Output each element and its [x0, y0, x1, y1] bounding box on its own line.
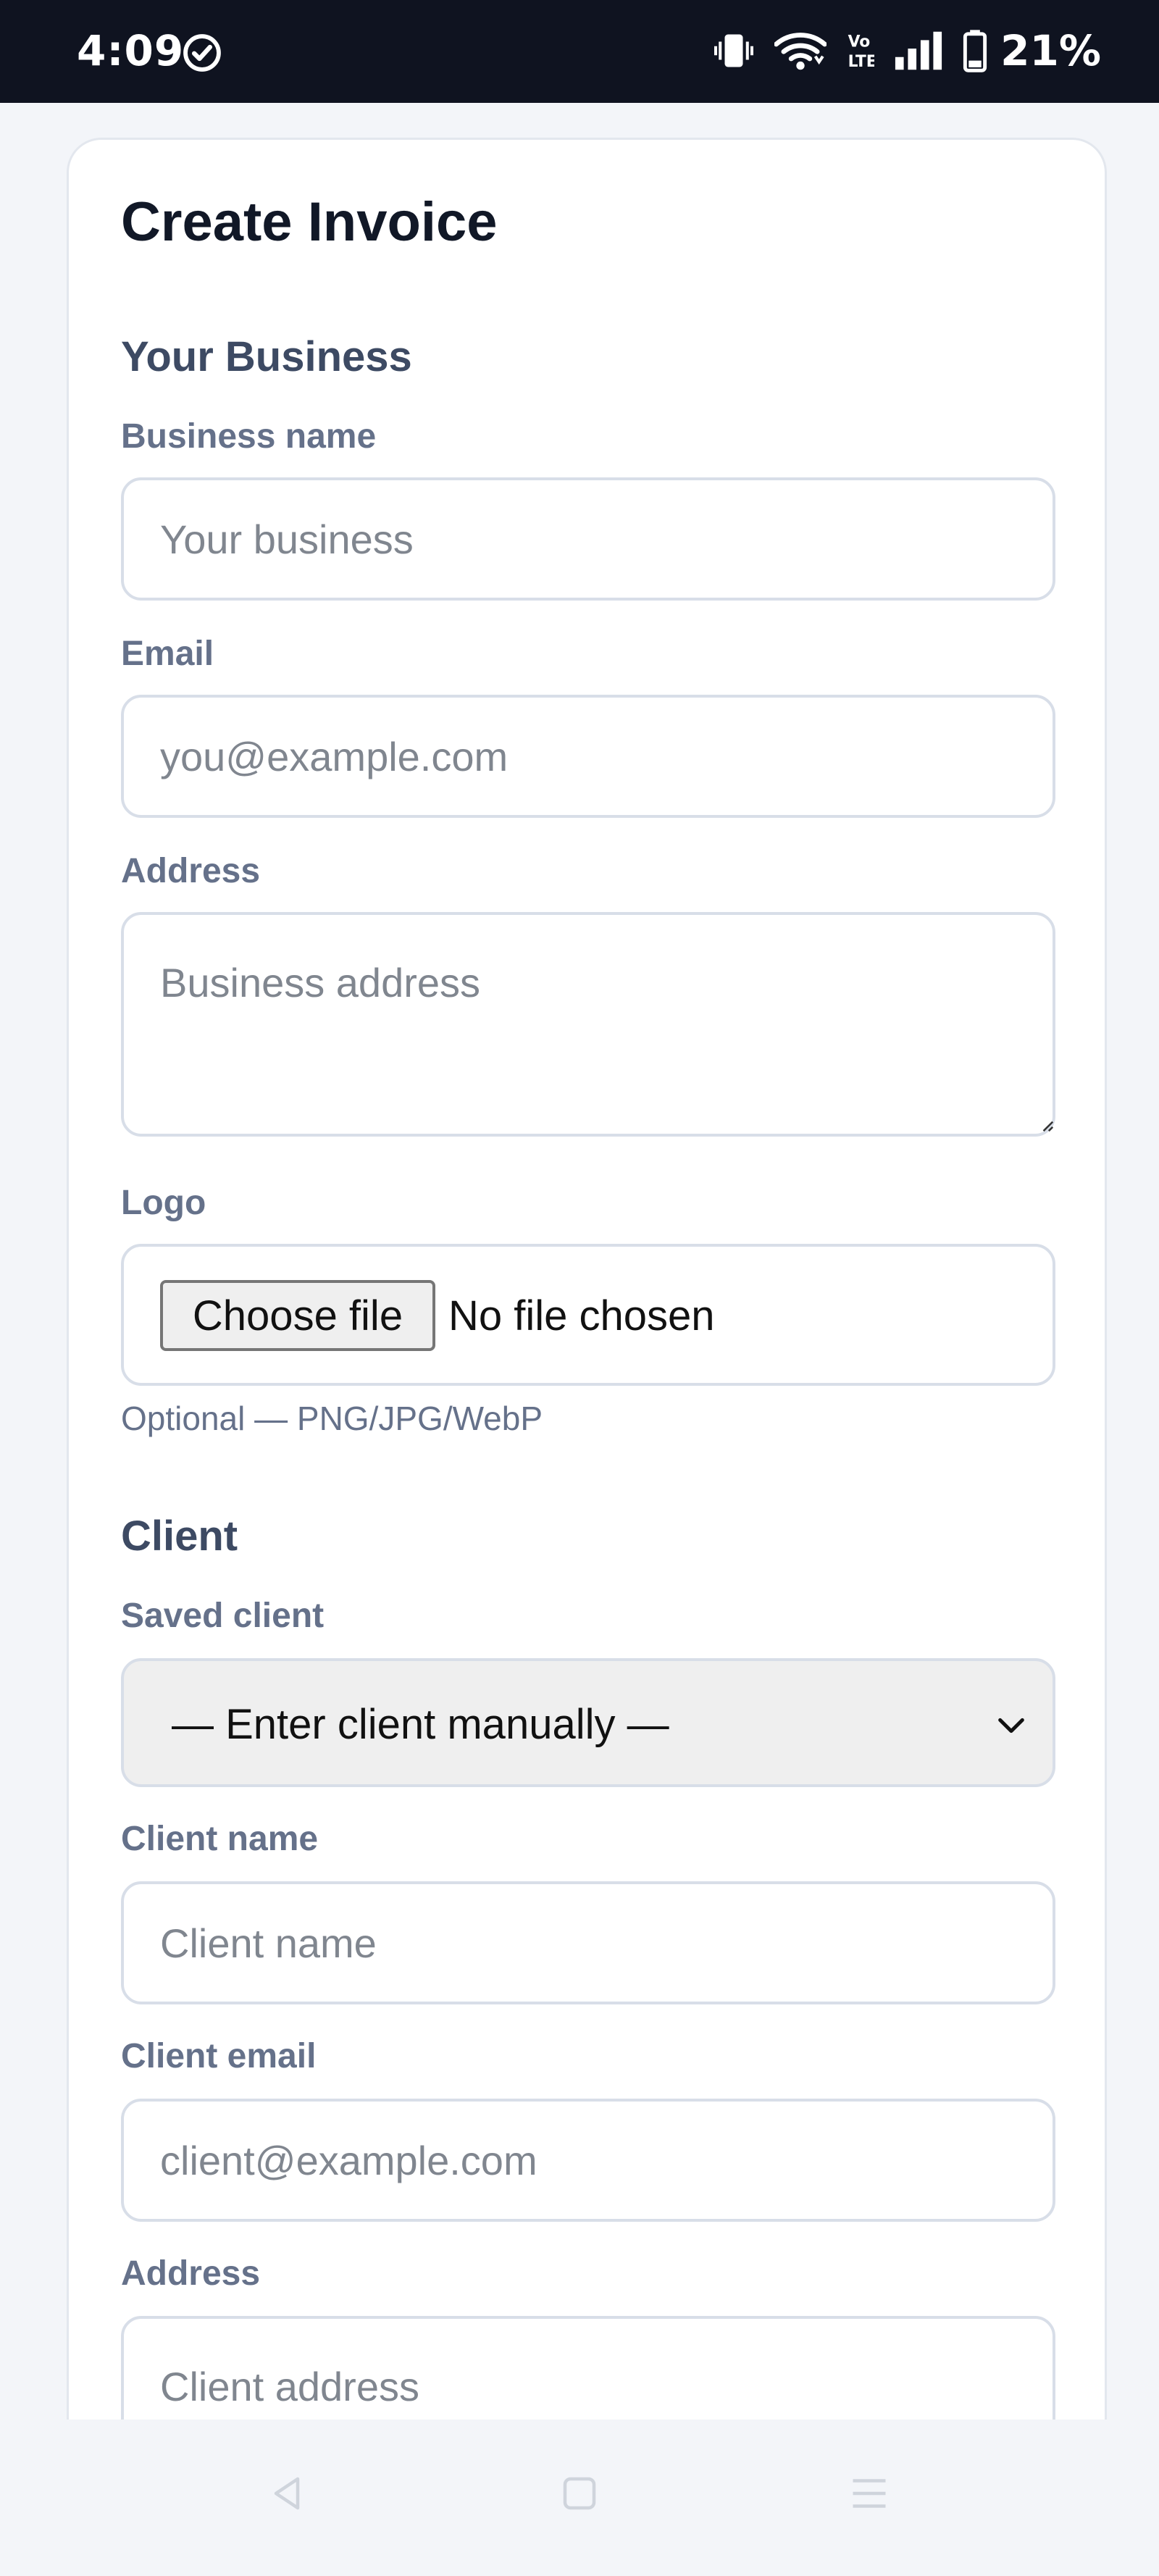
- system-nav-bar: [0, 2420, 1159, 2576]
- svg-text:Vo: Vo: [848, 33, 871, 51]
- chevron-down-icon: [998, 1718, 1024, 1734]
- choose-file-button[interactable]: Choose file: [160, 1280, 435, 1351]
- back-icon[interactable]: [265, 2472, 309, 2515]
- status-bar: 4:09 Vo LTE 21%: [0, 0, 1159, 103]
- client-email-label: Client email: [121, 2037, 317, 2075]
- wifi-icon: [774, 33, 827, 70]
- logo-file-input[interactable]: Choose file No file chosen: [121, 1244, 1055, 1386]
- signal-icon: [895, 31, 942, 70]
- status-time: 4:09: [77, 26, 185, 75]
- business-email-input[interactable]: [121, 695, 1055, 818]
- business-address-label: Address: [121, 852, 261, 890]
- volte-icon: Vo LTE: [848, 33, 874, 71]
- battery-icon: [963, 30, 987, 72]
- business-section-heading: Your Business: [121, 333, 412, 380]
- client-email-input[interactable]: [121, 2099, 1055, 2222]
- client-name-label: Client name: [121, 1820, 319, 1858]
- saved-client-label: Saved client: [121, 1597, 325, 1635]
- client-name-input[interactable]: [121, 1881, 1055, 2004]
- logo-help-text: Optional — PNG/JPG/WebP: [121, 1400, 543, 1437]
- resize-grip-icon[interactable]: [1041, 1119, 1054, 1132]
- status-icons: Vo LTE 21%: [712, 25, 1101, 77]
- recents-icon[interactable]: [848, 2472, 891, 2515]
- vibrate-icon: [714, 34, 754, 67]
- invoice-form-card: Create Invoice Your Business Business na…: [67, 138, 1107, 2541]
- svg-text:LTE: LTE: [848, 53, 874, 71]
- business-address-textarea[interactable]: [121, 912, 1055, 1137]
- home-icon[interactable]: [558, 2472, 601, 2515]
- client-section-heading: Client: [121, 1513, 238, 1560]
- business-email-label: Email: [121, 635, 214, 673]
- page-title: Create Invoice: [121, 191, 498, 253]
- business-name-label: Business name: [121, 417, 377, 456]
- client-address-label: Address: [121, 2254, 261, 2293]
- business-name-input[interactable]: [121, 477, 1055, 601]
- file-status-text: No file chosen: [448, 1292, 715, 1339]
- check-circle-icon: [183, 34, 221, 72]
- saved-client-select[interactable]: — Enter client manually —: [121, 1658, 1055, 1787]
- battery-percent: 21%: [1000, 26, 1101, 75]
- saved-client-selected-value: — Enter client manually —: [172, 1701, 669, 1748]
- logo-label: Logo: [121, 1184, 206, 1222]
